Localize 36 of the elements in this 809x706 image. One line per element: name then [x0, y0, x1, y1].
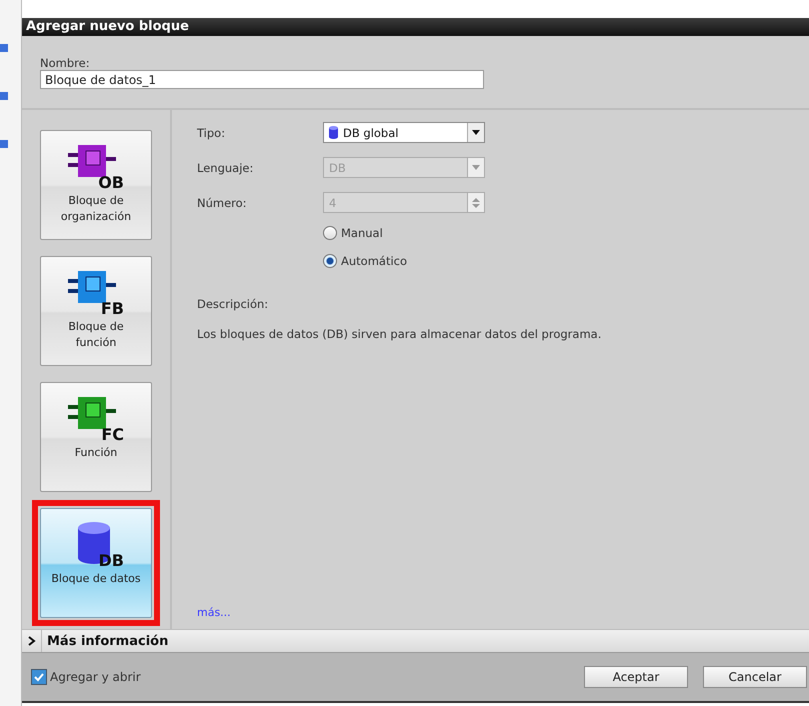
- checkbox[interactable]: [31, 669, 47, 685]
- checkbox-label: Agregar y abrir: [50, 670, 141, 684]
- radio-option[interactable]: Automático: [323, 251, 809, 271]
- block-code-label: FC: [101, 427, 124, 443]
- block-type-button[interactable]: OB Bloque de organización: [40, 130, 152, 240]
- name-field[interactable]: Bloque de datos_1: [40, 70, 484, 89]
- radio-option[interactable]: Manual: [323, 223, 809, 243]
- spinner-arrows-icon: [472, 196, 480, 208]
- type-label: Tipo:: [197, 126, 226, 140]
- radio-button[interactable]: [323, 254, 337, 268]
- description-text: Los bloques de datos (DB) sirven para almacenar datos del programa.: [197, 327, 602, 341]
- description-label: Descripción:: [197, 297, 270, 311]
- block-type-button[interactable]: DB Bloque de datos: [40, 508, 152, 618]
- radio-button[interactable]: [323, 226, 337, 240]
- dropdown-arrow-icon: [472, 165, 480, 170]
- name-label: Nombre:: [40, 56, 91, 70]
- more-link[interactable]: más...: [197, 606, 231, 619]
- radio-label: Manual: [341, 226, 383, 240]
- more-info-label: Más información: [46, 634, 168, 648]
- chevron-icon: [28, 636, 36, 646]
- check-icon: [34, 672, 44, 682]
- dropdown-arrow-icon: [472, 130, 480, 135]
- block-code-label: FB: [100, 301, 124, 317]
- block-type-button[interactable]: FB Bloque de función: [40, 256, 152, 366]
- number-label: Número:: [197, 196, 248, 210]
- block-type-button[interactable]: FC Función: [40, 382, 152, 492]
- block-code-label: DB: [98, 553, 124, 569]
- type-dropdown[interactable]: DB global: [323, 122, 485, 143]
- dialog-button[interactable]: Cancelar: [703, 666, 807, 688]
- block-code-label: OB: [98, 175, 124, 191]
- dialog-button[interactable]: Aceptar: [584, 666, 688, 688]
- window-title: Agregar nuevo bloque: [22, 18, 809, 36]
- cylinder-icon: [329, 126, 338, 139]
- radio-label: Automático: [341, 254, 408, 268]
- language-label: Lenguaje:: [197, 160, 254, 174]
- more-info-bar[interactable]: Más información: [22, 629, 809, 653]
